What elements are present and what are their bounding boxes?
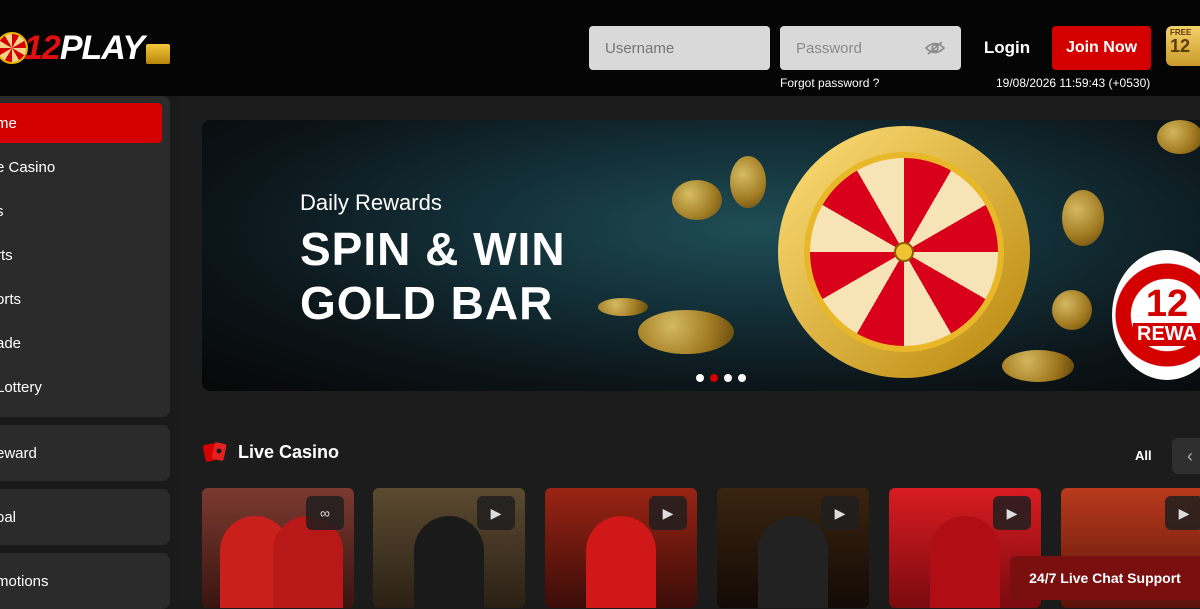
live-casino-header: Live Casino xyxy=(202,440,339,464)
eye-off-icon[interactable] xyxy=(925,41,945,55)
provider-play-icon: ▶ xyxy=(477,496,515,530)
banner-title-line2: GOLD BAR xyxy=(300,277,554,329)
sidebar-item-label: oal xyxy=(0,508,17,526)
sidebar-item-label: rts xyxy=(0,246,13,264)
sidebar-item-promotions[interactable]: motions xyxy=(0,553,170,609)
banner-dot[interactable] xyxy=(724,374,732,382)
provider-infinity-icon: ∞ xyxy=(306,496,344,530)
password-field[interactable]: Password xyxy=(780,26,961,70)
dealer-image xyxy=(930,516,1000,608)
coin-decoration xyxy=(638,310,734,354)
forgot-password-link[interactable]: Forgot password ? xyxy=(780,76,879,90)
dealer-image xyxy=(586,516,656,608)
coin-decoration xyxy=(672,180,722,220)
sidebar-item-label: Lottery xyxy=(0,378,42,396)
banner-dot[interactable] xyxy=(738,374,746,382)
playing-cards-icon xyxy=(202,440,228,464)
game-card[interactable]: ▶ xyxy=(545,488,697,608)
banner-subtitle: Daily Rewards xyxy=(300,190,442,215)
login-button[interactable]: Login xyxy=(978,26,1036,70)
join-now-button[interactable]: Join Now xyxy=(1052,26,1151,70)
coin-decoration xyxy=(1157,120,1200,154)
logo[interactable]: 12PLAY xyxy=(0,26,170,70)
coin-decoration xyxy=(1062,190,1104,246)
sidebar-item-live-casino[interactable]: e Casino xyxy=(0,147,170,187)
banner-pagination xyxy=(696,374,746,382)
sidebar-nav: me e Casino s rts orts ade Lottery xyxy=(0,96,170,417)
promo-banner[interactable]: Daily Rewards SPIN & WIN GOLD BAR 12 REW… xyxy=(202,120,1200,391)
prize-wheel-image xyxy=(778,126,1030,378)
live-chat-button[interactable]: 24/7 Live Chat Support xyxy=(1010,556,1200,600)
sidebar-item-label: orts xyxy=(0,290,22,308)
game-card[interactable]: ∞ xyxy=(202,488,354,608)
gold-bar-icon xyxy=(145,44,170,64)
reward-badge: 12 REWA xyxy=(1112,250,1200,380)
sidebar-item-label: s xyxy=(0,203,4,220)
logo-play: PLAY xyxy=(59,28,145,67)
header: 12PLAY Password Forgot password ? Login … xyxy=(0,0,1200,96)
coin-decoration xyxy=(730,156,766,208)
sidebar-item-lottery[interactable]: Lottery xyxy=(0,367,170,407)
sidebar-item-goal[interactable]: oal xyxy=(0,489,170,545)
coin-decoration xyxy=(1002,350,1074,382)
sidebar-item-label: motions xyxy=(0,572,49,590)
password-placeholder: Password xyxy=(796,39,862,57)
sidebar-item-label: eward xyxy=(0,444,37,462)
logo-num: 12 xyxy=(24,28,61,67)
provider-play-icon: ▶ xyxy=(1165,496,1200,530)
reward-badge-text: REWA xyxy=(1133,322,1200,346)
chevron-left-icon[interactable]: ‹ xyxy=(1172,438,1200,474)
coin-decoration xyxy=(598,298,648,316)
dealer-image xyxy=(758,516,828,608)
banner-title: SPIN & WIN GOLD BAR xyxy=(300,222,566,330)
game-card[interactable]: ▶ xyxy=(717,488,869,608)
datetime: 19/08/2026 11:59:43 (+0530) xyxy=(996,76,1151,90)
username-input[interactable] xyxy=(589,26,770,70)
free-bonus-badge[interactable]: FREE 12 xyxy=(1166,26,1200,66)
sidebar-item-reward[interactable]: eward xyxy=(0,425,170,481)
sidebar-item-label: me xyxy=(0,114,17,132)
free-badge-num: 12 xyxy=(1170,36,1191,56)
section-title: Live Casino xyxy=(238,441,340,462)
provider-play-icon: ▶ xyxy=(649,496,687,530)
view-all-link[interactable]: All xyxy=(1135,448,1152,463)
sidebar-item-home[interactable]: me xyxy=(0,103,162,143)
reward-badge-num: 12 xyxy=(1145,282,1189,325)
coin-decoration xyxy=(1052,290,1092,330)
sidebar-item-sports[interactable]: rts xyxy=(0,235,170,275)
banner-dot[interactable] xyxy=(696,374,704,382)
banner-dot-active[interactable] xyxy=(710,374,718,382)
provider-play-icon: ▶ xyxy=(993,496,1031,530)
sidebar-item-label: ade xyxy=(0,334,22,352)
dealer-image xyxy=(414,516,484,608)
sidebar-item-arcade[interactable]: ade xyxy=(0,323,170,363)
sidebar-item-label: e Casino xyxy=(0,158,56,176)
sidebar-item-slots[interactable]: s xyxy=(0,191,170,231)
provider-play-icon: ▶ xyxy=(821,496,859,530)
sidebar-item-esports[interactable]: orts xyxy=(0,279,170,319)
banner-title-line1: SPIN & WIN xyxy=(300,223,566,275)
game-card[interactable]: ▶ xyxy=(373,488,525,608)
